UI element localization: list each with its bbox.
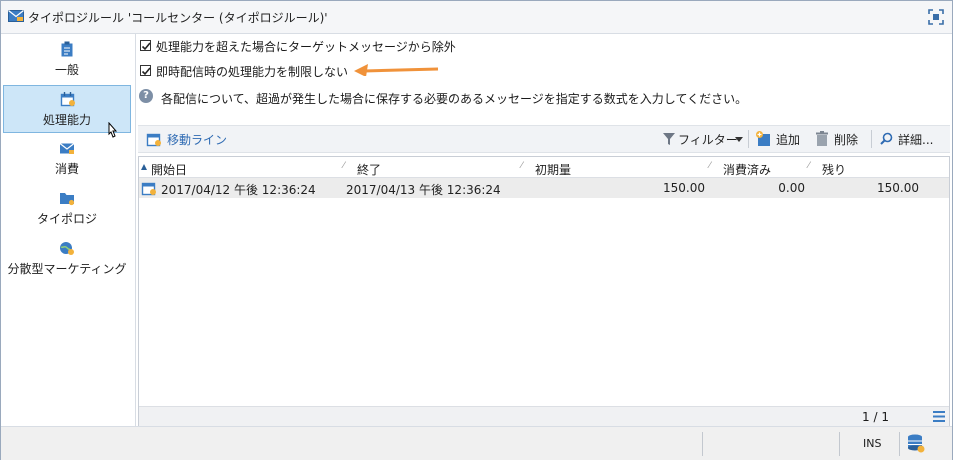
table-row[interactable]: 2017/04/12 午後 12:36:24 2017/04/13 午後 12:… <box>139 178 949 198</box>
column-resize-icon: ⁄ <box>521 161 523 171</box>
mouse-pointer-icon <box>108 122 118 138</box>
sidebar-item-label: タイポロジ <box>36 212 97 226</box>
column-header-initial[interactable]: 初期量 <box>535 161 571 178</box>
status-bar: INS <box>1 426 952 460</box>
checkmark-icon <box>141 42 151 51</box>
capacity-table: 開始日 ⁄ 終了 ⁄ 初期量 ⁄ 消費済み ⁄ 残り 2017/04/12 午後… <box>138 156 950 427</box>
column-header-consumed[interactable]: 消費済み <box>723 161 771 178</box>
sidebar-item-distributed-marketing[interactable]: 分散型マーケティング <box>3 235 131 283</box>
cell-initial: 150.00 <box>663 181 705 195</box>
trash-icon <box>816 131 828 146</box>
sidebar: 一般 処理能力 消費 タイポロジ 分散型マーケティング <box>1 34 136 426</box>
sort-ascending-icon <box>141 164 147 170</box>
help-text: 各配信について、超過が発生した場合に保存する必要のあるメッセージを指定する数式を… <box>161 92 748 106</box>
menu-icon[interactable] <box>933 411 945 422</box>
status-separator <box>839 432 840 456</box>
no-limit-realtime-label: 即時配信時の処理能力を制限しない <box>156 65 349 79</box>
title-bar: タイポロジルール 'コールセンター (タイポロジルール)' <box>1 1 952 34</box>
delete-button[interactable]: 削除 <box>834 131 858 148</box>
chevron-down-icon[interactable] <box>735 137 743 142</box>
search-icon <box>880 132 893 145</box>
add-calendar-icon <box>756 131 770 146</box>
checkmark-icon <box>141 67 151 76</box>
globe-icon <box>60 242 74 255</box>
insert-mode-indicator: INS <box>863 437 882 450</box>
toolbar-separator <box>871 130 872 148</box>
database-icon[interactable] <box>907 434 925 453</box>
exclude-overcapacity-checkbox[interactable] <box>140 40 151 51</box>
add-button[interactable]: 追加 <box>776 131 800 148</box>
typology-rule-window: タイポロジルール 'コールセンター (タイポロジルール)' 一般 処理能力 消費… <box>0 0 953 460</box>
cell-end-date: 2017/04/13 午後 12:36:24 <box>346 183 501 197</box>
envelope-rule-icon <box>8 10 24 22</box>
pagination-indicator: 1 / 1 <box>862 410 889 424</box>
column-header-start[interactable]: 開始日 <box>151 161 187 178</box>
column-header-end[interactable]: 終了 <box>357 161 381 178</box>
toolbar-separator <box>748 130 749 148</box>
sidebar-item-consumption[interactable]: 消費 <box>3 135 131 183</box>
column-resize-icon: ⁄ <box>343 161 345 171</box>
cell-remaining: 150.00 <box>877 181 919 195</box>
calendar-icon <box>60 92 75 107</box>
grid-toolbar: 移動ライン フィルター 追加 削除 詳細... <box>138 125 950 153</box>
column-header-remaining[interactable]: 残り <box>822 161 846 178</box>
filter-icon <box>663 133 675 145</box>
calendar-icon <box>146 133 161 147</box>
table-footer: 1 / 1 <box>139 406 949 426</box>
filter-button[interactable]: フィルター <box>678 131 738 148</box>
calendar-icon <box>141 182 156 196</box>
maximize-icon[interactable] <box>928 9 944 25</box>
sidebar-item-label: 一般 <box>54 63 79 77</box>
folder-icon <box>60 193 75 206</box>
orange-arrow-icon <box>354 64 439 76</box>
no-limit-realtime-checkbox[interactable] <box>140 65 151 76</box>
detail-button[interactable]: 詳細... <box>898 131 933 148</box>
sidebar-item-label: 分散型マーケティング <box>7 262 127 276</box>
clipboard-icon <box>61 41 73 57</box>
cell-consumed: 0.00 <box>778 181 805 195</box>
envelope-icon <box>59 143 75 154</box>
move-line-button[interactable]: 移動ライン <box>167 131 227 148</box>
exclude-overcapacity-label: 処理能力を超えた場合にターゲットメッセージから除外 <box>156 40 456 54</box>
sidebar-item-label: 消費 <box>54 162 79 176</box>
sidebar-item-typology[interactable]: タイポロジ <box>3 185 131 233</box>
status-separator <box>702 432 703 456</box>
sidebar-item-general[interactable]: 一般 <box>3 36 131 84</box>
status-separator <box>899 432 900 456</box>
table-header: 開始日 ⁄ 終了 ⁄ 初期量 ⁄ 消費済み ⁄ 残り <box>139 157 949 178</box>
cell-start-date: 2017/04/12 午後 12:36:24 <box>161 183 316 197</box>
capacity-panel: 処理能力を超えた場合にターゲットメッセージから除外 即時配信時の処理能力を制限し… <box>136 34 952 427</box>
window-title: タイポロジルール 'コールセンター (タイポロジルール)' <box>28 11 328 25</box>
column-resize-icon: ⁄ <box>808 161 810 171</box>
help-icon: ? <box>139 89 153 103</box>
column-resize-icon: ⁄ <box>709 161 711 171</box>
